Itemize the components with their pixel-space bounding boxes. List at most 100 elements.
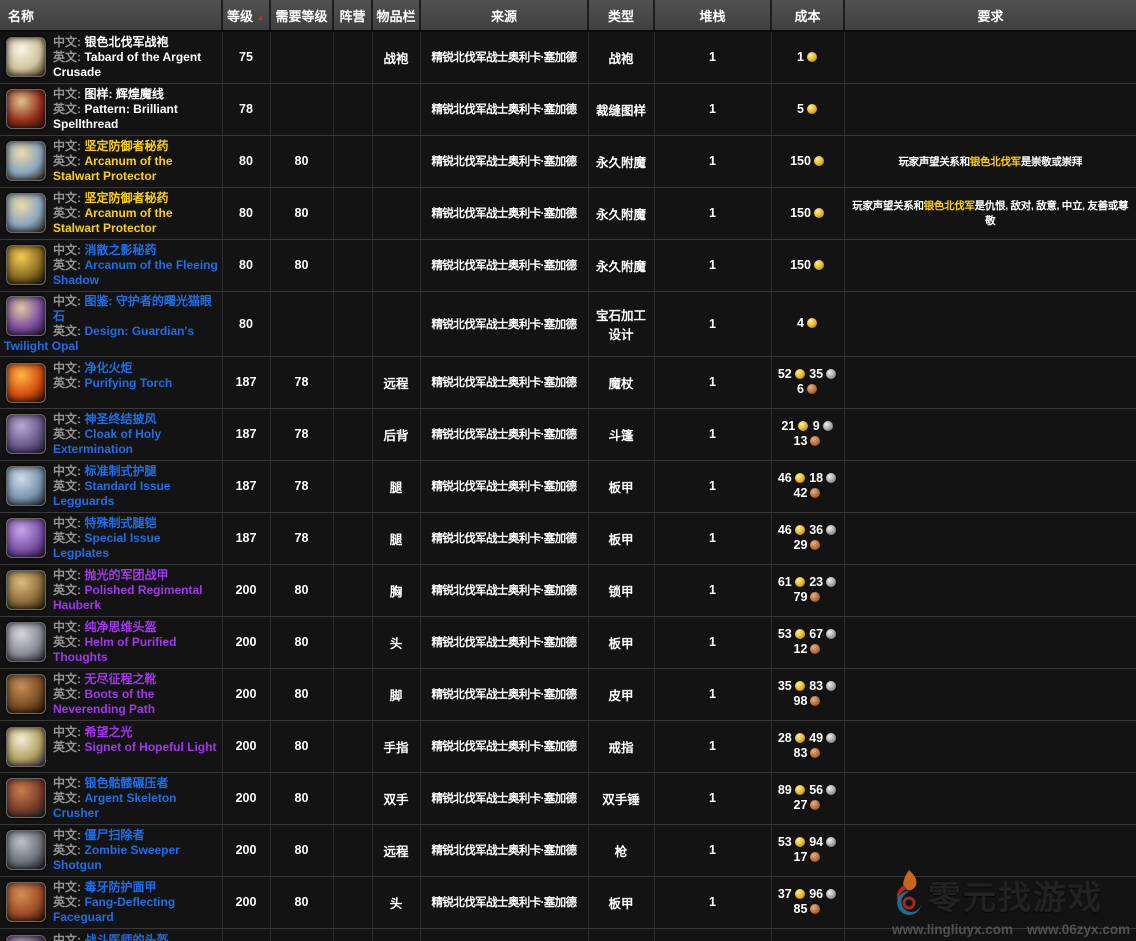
item-name-cn[interactable]: 银色北伐军战袍 xyxy=(84,35,168,49)
hauberk-icon[interactable] xyxy=(6,570,46,610)
gold-coin-icon xyxy=(798,421,808,431)
faction-link[interactable]: 银色北伐军 xyxy=(924,200,975,212)
copper-coin-icon xyxy=(810,488,820,498)
table-row: 中文: 消散之影秘药 英文: Arcanum of the Fleeing Sh… xyxy=(0,239,1136,291)
cn-label: 中文: xyxy=(53,568,81,582)
cn-label: 中文: xyxy=(53,243,81,257)
item-table: 名称等级▲需要等级阵营物品栏来源类型堆栈成本要求 中文: 银色北伐军战袍 英文:… xyxy=(0,0,1136,941)
gold-coin-icon xyxy=(814,260,824,270)
item-name-en[interactable]: Signet of Hopeful Light xyxy=(84,740,216,754)
fleeing-shadow-arcanum-icon[interactable] xyxy=(6,245,46,285)
column-header-req[interactable]: 要求 xyxy=(844,0,1136,31)
table-row: 中文: 无尽征程之靴 英文: Boots of the Neverending … xyxy=(0,668,1136,720)
cn-label: 中文: xyxy=(53,672,81,686)
column-header-source[interactable]: 来源 xyxy=(420,0,588,31)
item-name-cn[interactable]: 僵尸扫除者 xyxy=(84,828,144,842)
item-name-cn[interactable]: 坚定防御者秘药 xyxy=(84,139,168,153)
source-cell: 精锐北伐军战士奥利卡·塞加德 xyxy=(420,772,588,824)
item-name-cn[interactable]: 希望之光 xyxy=(84,725,132,739)
column-header-cost[interactable]: 成本 xyxy=(771,0,844,31)
requirement-cell xyxy=(844,83,1136,135)
item-name-cn[interactable]: 消散之影秘药 xyxy=(84,243,156,257)
name-cell: 中文: 银色骷髅碾压者 英文: Argent Skeleton Crusher xyxy=(0,772,222,824)
column-header-faction[interactable]: 阵营 xyxy=(333,0,372,31)
arcanum-scroll-icon[interactable] xyxy=(6,193,46,233)
boots-icon[interactable] xyxy=(6,674,46,714)
table-row: 中文: 僵尸扫除者 英文: Zombie Sweeper Shotgun 200… xyxy=(0,824,1136,876)
requirement-cell xyxy=(844,668,1136,720)
en-label: 英文: xyxy=(53,206,81,220)
requirement-cell xyxy=(844,31,1136,83)
faction-link[interactable]: 银色北伐军 xyxy=(970,156,1021,168)
item-name-cn[interactable]: 无尽征程之靴 xyxy=(84,672,156,686)
required-level-cell: 80 xyxy=(270,772,333,824)
table-row: 中文: 战斗医师的头盔 英文: Battle Mender's Helm 200… xyxy=(0,928,1136,941)
column-header-reqlevel[interactable]: 需要等级 xyxy=(270,0,333,31)
design-scroll-icon[interactable] xyxy=(6,296,46,336)
en-label: 英文: xyxy=(53,154,81,168)
item-name-cn[interactable]: 净化火炬 xyxy=(84,361,132,375)
item-level-cell: 200 xyxy=(222,564,270,616)
name-cell: 中文: 纯净思维头盔 英文: Helm of Purified Thoughts xyxy=(0,616,222,668)
cost-cell: 53 9417 xyxy=(771,824,844,876)
stack-cell: 1 xyxy=(654,876,771,928)
name-cell: 中文: 神圣终结披风 英文: Cloak of Holy Exterminati… xyxy=(0,408,222,460)
item-name-cn[interactable]: 毒牙防护面甲 xyxy=(84,880,156,894)
stack-cell: 1 xyxy=(654,616,771,668)
item-name-cn[interactable]: 坚定防御者秘药 xyxy=(84,191,168,205)
required-level-cell: 78 xyxy=(270,512,333,564)
en-label: 英文: xyxy=(53,687,81,701)
pattern-scroll-icon[interactable] xyxy=(6,89,46,129)
mender-helm-icon[interactable] xyxy=(6,935,46,941)
cn-label: 中文: xyxy=(53,87,81,101)
item-name-cn[interactable]: 抛光的军团战甲 xyxy=(84,568,168,582)
signet-icon[interactable] xyxy=(6,727,46,767)
arcanum-scroll-icon[interactable] xyxy=(6,141,46,181)
slot-cell: 腿 xyxy=(372,460,420,512)
item-name-cn[interactable]: 纯净思维头盔 xyxy=(84,620,156,634)
item-name-cn[interactable]: 神圣终结披风 xyxy=(84,412,156,426)
column-header-name[interactable]: 名称 xyxy=(0,0,222,31)
shotgun-icon[interactable] xyxy=(6,830,46,870)
type-cell: 裁缝图样 xyxy=(588,83,654,135)
cloak-icon[interactable] xyxy=(6,414,46,454)
faction-cell xyxy=(333,356,372,408)
column-header-slot[interactable]: 物品栏 xyxy=(372,0,420,31)
column-header-type[interactable]: 类型 xyxy=(588,0,654,31)
required-level-cell: 80 xyxy=(270,239,333,291)
copper-coin-icon xyxy=(810,644,820,654)
type-cell: 双手锤 xyxy=(588,772,654,824)
item-name-cn[interactable]: 图样: 辉煌魔线 xyxy=(84,87,163,101)
item-level-cell: 200 xyxy=(222,668,270,720)
en-label: 英文: xyxy=(53,479,81,493)
requirement-text: 是崇敬或崇拜 xyxy=(1021,156,1082,168)
type-cell: 永久附魔 xyxy=(588,135,654,187)
type-cell: 斗篷 xyxy=(588,408,654,460)
cn-label: 中文: xyxy=(53,516,81,530)
type-cell: 戒指 xyxy=(588,720,654,772)
item-level-cell: 187 xyxy=(222,356,270,408)
slot-cell: 头 xyxy=(372,928,420,941)
item-name-cn[interactable]: 战斗医师的头盔 xyxy=(84,933,168,941)
source-cell: 精锐北伐军战士奥利卡·塞加德 xyxy=(420,460,588,512)
faceguard-icon[interactable] xyxy=(6,882,46,922)
item-name-en[interactable]: Purifying Torch xyxy=(84,376,172,390)
item-name-cn[interactable]: 标准制式护腿 xyxy=(84,464,156,478)
cn-label: 中文: xyxy=(53,294,81,308)
item-name-cn[interactable]: 银色骷髅碾压者 xyxy=(84,776,168,790)
tabard-icon[interactable] xyxy=(6,37,46,77)
gold-coin-icon xyxy=(795,733,805,743)
item-name-cn[interactable]: 特殊制式腿铠 xyxy=(84,516,156,530)
legguards-icon[interactable] xyxy=(6,466,46,506)
item-level-cell: 200 xyxy=(222,720,270,772)
en-label: 英文: xyxy=(53,635,81,649)
table-row: 中文: 特殊制式腿铠 英文: Special Issue Legplates 1… xyxy=(0,512,1136,564)
legplates-icon[interactable] xyxy=(6,518,46,558)
helm-icon[interactable] xyxy=(6,622,46,662)
column-header-level[interactable]: 等级▲ xyxy=(222,0,270,31)
gold-coin-icon xyxy=(807,52,817,62)
torch-icon[interactable] xyxy=(6,363,46,403)
column-header-stack[interactable]: 堆栈 xyxy=(654,0,771,31)
crusher-mace-icon[interactable] xyxy=(6,778,46,818)
gold-coin-icon xyxy=(795,369,805,379)
